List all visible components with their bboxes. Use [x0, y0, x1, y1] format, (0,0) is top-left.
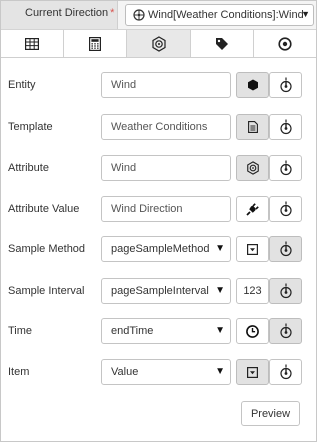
preview-button[interactable]: Preview	[241, 401, 300, 426]
clock-icon	[246, 324, 259, 338]
entity-input[interactable]: Wind	[101, 72, 231, 98]
pin-icon	[279, 364, 292, 380]
time-type-button[interactable]	[236, 318, 269, 344]
sample-interval-select[interactable]: pageSampleInterval ▼	[101, 278, 231, 304]
row-entity: Entity Wind	[1, 72, 316, 100]
sample-interval-number-button[interactable]: 123	[236, 278, 269, 304]
wind-icon	[151, 35, 167, 52]
plug-icon	[246, 202, 259, 216]
dropdown-icon	[247, 243, 258, 255]
sample-method-select[interactable]: pageSampleMethod ▼	[101, 236, 231, 262]
row-label: Entity	[8, 79, 36, 91]
row-label: Time	[8, 325, 33, 337]
sample-method-type-button[interactable]	[236, 236, 269, 262]
pin-icon	[279, 77, 292, 93]
attribute-value-pin-button[interactable]	[269, 196, 302, 222]
chevron-down-icon: ▼	[301, 9, 310, 19]
pin-icon	[279, 201, 292, 217]
row-item: Item Value ▼	[1, 359, 316, 387]
attribute-value-input[interactable]: Wind Direction	[101, 196, 231, 222]
time-value: endTime	[111, 325, 154, 337]
pin-icon	[279, 241, 292, 257]
row-label: Sample Interval	[8, 285, 85, 297]
sample-interval-value: pageSampleInterval	[111, 285, 209, 297]
tab-tag[interactable]	[190, 30, 254, 57]
row-time: Time endTime ▼	[1, 318, 316, 346]
template-pin-button[interactable]	[269, 114, 302, 140]
row-sample-interval: Sample Interval pageSampleInterval ▼ 123	[1, 278, 316, 306]
current-direction-select[interactable]: Wind[Weather Conditions]:Wind Direction …	[125, 4, 314, 26]
row-attribute: Attribute Wind	[1, 155, 316, 183]
row-template: Template Weather Conditions	[1, 114, 316, 142]
row-label: Sample Method	[8, 243, 86, 255]
pin-icon	[279, 119, 292, 135]
entity-pin-button[interactable]	[269, 72, 302, 98]
row-sample-method: Sample Method pageSampleMethod ▼	[1, 236, 316, 264]
hexagon-icon	[247, 79, 259, 91]
sample-method-pin-button[interactable]	[269, 236, 302, 262]
attribute-pin-button[interactable]	[269, 155, 302, 181]
row-label: Attribute Value	[8, 203, 80, 215]
pin-icon	[279, 160, 292, 176]
chevron-down-icon: ▼	[215, 325, 225, 336]
required-marker: *	[110, 7, 115, 19]
attribute-type-button[interactable]	[236, 155, 269, 181]
document-icon	[247, 121, 258, 133]
wind-icon	[133, 9, 145, 21]
template-input[interactable]: Weather Conditions	[101, 114, 231, 140]
row-attribute-value: Attribute Value Wind Direction	[1, 196, 316, 224]
panel: Current Direction * Wind[Weather Conditio…	[0, 0, 317, 442]
attribute-input[interactable]: Wind	[101, 155, 231, 181]
current-direction-label: Current Direction *	[1, 1, 118, 29]
row-label: Item	[8, 366, 30, 378]
tab-bar	[1, 30, 317, 58]
item-value: Value	[111, 366, 139, 378]
dropdown-icon	[247, 366, 258, 378]
current-direction-value: Wind[Weather Conditions]:Wind Direction	[148, 9, 303, 21]
table-icon	[25, 37, 40, 50]
sample-interval-pin-button[interactable]	[269, 278, 302, 304]
item-type-button[interactable]	[236, 359, 269, 385]
item-select[interactable]: Value ▼	[101, 359, 231, 385]
pin-icon	[279, 323, 292, 339]
tab-table[interactable]	[1, 30, 65, 57]
tab-wind[interactable]	[127, 30, 191, 57]
chevron-down-icon: ▼	[215, 366, 225, 377]
row-label: Attribute	[8, 162, 49, 174]
header-bar: Current Direction * Wind[Weather Conditio…	[1, 1, 316, 30]
template-type-button[interactable]	[236, 114, 269, 140]
calculator-icon	[89, 36, 102, 51]
tab-target[interactable]	[253, 30, 317, 57]
time-select[interactable]: endTime ▼	[101, 318, 231, 344]
tab-calculator[interactable]	[64, 30, 128, 57]
chevron-down-icon: ▼	[215, 285, 225, 296]
pin-icon	[279, 283, 292, 299]
header-label-text: Current Direction	[25, 7, 109, 19]
row-label: Template	[8, 121, 53, 133]
item-pin-button[interactable]	[269, 359, 302, 385]
chevron-down-icon: ▼	[215, 243, 225, 254]
tag-icon	[215, 37, 229, 51]
entity-type-button[interactable]	[236, 72, 269, 98]
sample-method-value: pageSampleMethod	[111, 243, 210, 255]
wind-icon	[246, 161, 260, 175]
attribute-value-type-button[interactable]	[236, 196, 269, 222]
target-icon	[278, 36, 292, 51]
time-pin-button[interactable]	[269, 318, 302, 344]
